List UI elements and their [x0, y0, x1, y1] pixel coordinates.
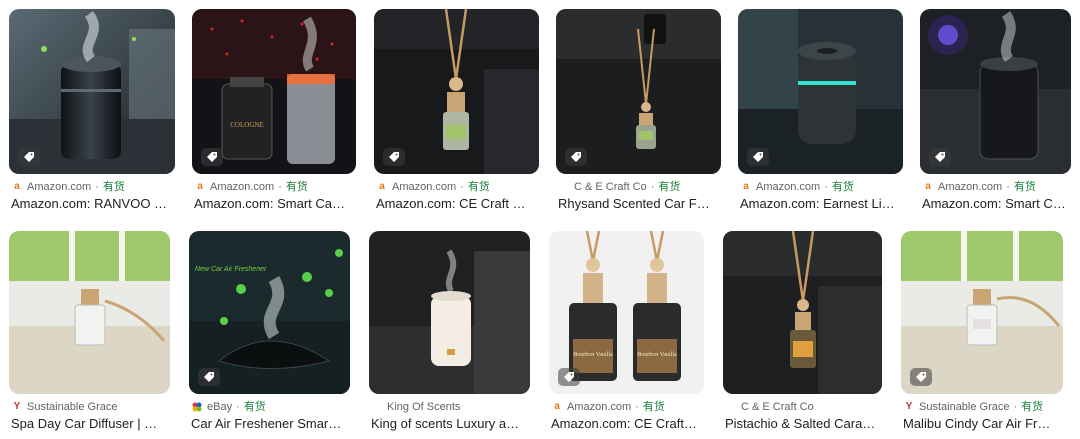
result-image-2[interactable]: COLOGNE — [192, 9, 356, 174]
result-card-2[interactable]: COLOGNE a Amazon.com · 有货 Amazon.com: Smart… — [192, 9, 356, 219]
result-title-7[interactable]: Spa Day Car Diffuser | … — [11, 415, 170, 433]
tag-icon — [18, 148, 40, 166]
result-image-11[interactable] — [723, 231, 882, 394]
tag-icon — [198, 368, 220, 386]
result-title-10[interactable]: Amazon.com: CE Craft… — [551, 415, 704, 433]
result-card-7[interactable]: Y Sustainable Grace Spa Day Car Diffuser … — [9, 231, 170, 436]
result-source-9: King Of Scents — [387, 401, 461, 413]
result-title-12[interactable]: Malibu Cindy Car Air Fr… — [903, 415, 1063, 433]
result-card-9[interactable]: King Of Scents King of scents Luxury a… — [369, 231, 530, 436]
result-source-8: eBay · 有货 — [191, 400, 266, 414]
result-source-3: a Amazon.com · 有货 — [376, 180, 490, 194]
tag-icon — [565, 148, 587, 166]
result-image-1[interactable] — [9, 9, 175, 174]
result-image-4[interactable] — [556, 9, 721, 174]
result-image-10[interactable]: Bourbon Vanilla Bourbon Vanilla — [549, 231, 704, 394]
result-title-5[interactable]: Amazon.com: Earnest Li… — [740, 195, 903, 213]
amazon-icon: a — [379, 181, 385, 192]
grace-icon: Y — [905, 401, 913, 412]
result-card-10[interactable]: Bourbon Vanilla Bourbon Vanilla a Amazon.… — [549, 231, 704, 436]
result-source-2: a Amazon.com · 有货 — [194, 180, 308, 194]
tag-icon — [558, 368, 580, 386]
tag-icon — [383, 148, 405, 166]
cologne-label: COLOGNE — [230, 121, 263, 129]
result-card-5[interactable]: a Amazon.com · 有货 Amazon.com: Earnest Li… — [738, 9, 903, 219]
result-source-4: C & E Craft Co · 有货 — [574, 181, 681, 193]
result-image-6[interactable] — [920, 9, 1071, 174]
result-card-3[interactable]: a Amazon.com · 有货 Amazon.com: CE Craft … — [374, 9, 539, 219]
result-card-12[interactable]: Y Sustainable Grace · 有货 Malibu Cindy Car A… — [901, 231, 1063, 436]
result-title-8[interactable]: Car Air Freshener Smar… — [191, 415, 350, 433]
result-source-7: Y Sustainable Grace — [11, 400, 118, 414]
result-source-6: a Amazon.com · 有货 — [922, 180, 1036, 194]
amazon-icon: a — [554, 401, 560, 412]
result-title-6[interactable]: Amazon.com: Smart Car… — [922, 195, 1071, 213]
bourbon-label-left: Bourbon Vanilla — [573, 352, 613, 358]
ebay-icon — [191, 401, 203, 413]
tag-icon — [929, 148, 951, 166]
grace-icon: Y — [13, 401, 21, 412]
bourbon-label-right: Bourbon Vanilla — [637, 352, 677, 358]
amazon-icon: a — [14, 181, 20, 192]
result-title-4[interactable]: Rhysand Scented Car F… — [558, 195, 721, 213]
result-source-10: a Amazon.com · 有货 — [551, 400, 665, 414]
result-card-6[interactable]: a Amazon.com · 有货 Amazon.com: Smart Car… — [920, 9, 1071, 219]
new-car-label: New Car Air Freshener — [195, 266, 267, 273]
result-card-4[interactable]: C & E Craft Co · 有货 Rhysand Scented Car F… — [556, 9, 721, 219]
amazon-icon: a — [743, 181, 749, 192]
result-title-1[interactable]: Amazon.com: RANVOO … — [11, 195, 175, 213]
amazon-icon: a — [197, 181, 203, 192]
tag-icon — [747, 148, 769, 166]
result-card-1[interactable]: a Amazon.com · 有货 Amazon.com: RANVOO … — [9, 9, 175, 219]
tag-icon — [910, 368, 932, 386]
result-card-11[interactable]: C & E Craft Co Pistachio & Salted Cara… — [723, 231, 882, 436]
result-source-5: a Amazon.com · 有货 — [740, 180, 854, 194]
result-title-2[interactable]: Amazon.com: Smart Ca… — [194, 195, 356, 213]
result-title-9[interactable]: King of scents Luxury a… — [371, 415, 530, 433]
result-image-3[interactable] — [374, 9, 539, 174]
result-card-8[interactable]: New Car Air Freshener eBay · 有货 Car Air Fr… — [189, 231, 350, 436]
result-image-7[interactable] — [9, 231, 170, 394]
result-source-11: C & E Craft Co — [741, 401, 814, 413]
result-image-5[interactable] — [738, 9, 903, 174]
result-source-1: a Amazon.com · 有货 — [11, 180, 125, 194]
result-image-8[interactable]: New Car Air Freshener — [189, 231, 350, 394]
result-image-12[interactable] — [901, 231, 1063, 394]
result-source-12: Y Sustainable Grace · 有货 — [903, 400, 1044, 414]
result-title-3[interactable]: Amazon.com: CE Craft … — [376, 195, 539, 213]
result-title-11[interactable]: Pistachio & Salted Cara… — [725, 415, 882, 433]
tag-icon — [201, 148, 223, 166]
result-image-9[interactable] — [369, 231, 530, 394]
amazon-icon: a — [925, 181, 931, 192]
